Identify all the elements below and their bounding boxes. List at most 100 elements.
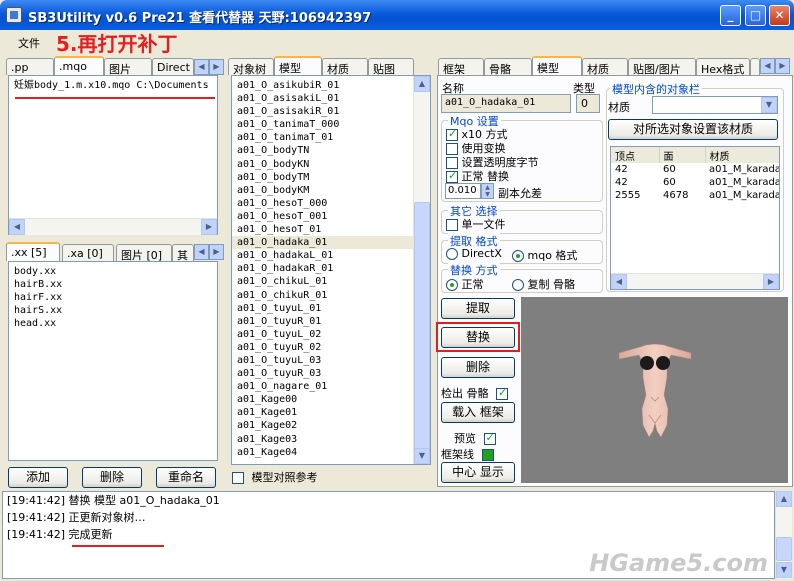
log-scrollbar[interactable]: ▲ ▼ [775, 491, 792, 579]
scroll-thumb[interactable] [414, 202, 430, 452]
mesh-list-item[interactable]: a01_O_hesoT_000 [232, 197, 430, 210]
column-faces[interactable]: 面 [659, 147, 706, 163]
option-mqo-format[interactable]: mqo 格式 [512, 247, 577, 263]
model-preview-viewport[interactable] [521, 297, 788, 483]
mesh-list[interactable]: a01_O_asikubiR_01 a01_O_asisakiL_01 a01_O_… [231, 75, 431, 465]
tab-other[interactable]: 其 [172, 244, 194, 261]
horizontal-scrollbar[interactable]: ◀ ▶ [9, 218, 217, 235]
scroll-right-icon[interactable]: ▶ [763, 274, 779, 289]
tab-model[interactable]: 模型 [532, 56, 582, 75]
mqo-format-radio[interactable] [512, 250, 524, 262]
tolerance-spinner-icon[interactable]: ▲ ▼ [481, 183, 494, 199]
table-row[interactable]: 42 60 a01_M_karada [611, 163, 779, 176]
scroll-thumb[interactable] [776, 537, 792, 561]
preview-checkbox[interactable] [483, 431, 496, 445]
replace-normal-radio[interactable] [446, 279, 458, 291]
tab-xa[interactable]: .xa [0] [62, 244, 114, 261]
mesh-list-item[interactable]: a01_O_tuyuR_01 [232, 315, 430, 328]
tab-hex[interactable]: Hex格式 [696, 58, 750, 75]
mesh-list-item[interactable]: a01_Kage00 [232, 393, 430, 406]
tolerance-input[interactable]: 0.010 [445, 183, 481, 199]
tab-scroll-left-icon[interactable]: ◀ [194, 59, 209, 75]
list-item[interactable]: 妊娠body_1.m.x10.mqo C:\Documents [9, 79, 217, 92]
scroll-down-icon[interactable]: ▼ [414, 448, 430, 464]
mesh-object-table[interactable]: 顶点 面 材质 42 60 a01_M_karada 42 60 a01_M_karad… [610, 146, 780, 290]
mesh-list-item[interactable]: a01_O_chikuL_01 [232, 275, 430, 288]
tab-mqo[interactable]: .mqo [54, 56, 104, 75]
delete-file-button[interactable]: 删除 [82, 467, 142, 488]
detect-bones-option[interactable]: 检出 骨骼 [441, 385, 508, 401]
copy-bones-radio[interactable] [512, 279, 524, 291]
mqo-file-list[interactable]: 妊娠body_1.m.x10.mqo C:\Documents ◀ ▶ [8, 75, 218, 235]
mesh-list-item[interactable]: a01_Kage01 [232, 406, 430, 419]
mesh-list-item[interactable]: a01_O_bodyKN [232, 158, 430, 171]
scroll-up-icon[interactable]: ▲ [776, 491, 792, 507]
preview-option[interactable]: 预览 [454, 430, 496, 446]
tab-material[interactable]: 材质 [322, 58, 368, 75]
mesh-list-item[interactable]: a01_O_bodyKM [232, 184, 430, 197]
mesh-list-item[interactable]: a01_O_bodyTM [232, 171, 430, 184]
mesh-list-item[interactable]: a01_O_tanimaT_000 [232, 118, 430, 131]
mesh-list-item[interactable]: a01_O_chikuR_01 [232, 289, 430, 302]
list-item[interactable]: head.xx [9, 317, 217, 330]
normal-replace-checkbox[interactable] [446, 169, 458, 183]
mesh-list-item[interactable]: a01_Kage04 [232, 446, 430, 459]
mesh-list-item[interactable]: a01_O_hesoT_001 [232, 210, 430, 223]
option-normal-replace[interactable]: 正常 替换 [446, 168, 509, 184]
tab-textures-images[interactable]: 贴图/图片 [628, 58, 696, 75]
minimize-button[interactable]: _ [720, 5, 741, 26]
scroll-right-icon[interactable]: ▶ [201, 219, 217, 235]
tab-scroll-left-icon[interactable]: ◀ [760, 58, 775, 74]
directx-radio[interactable] [446, 248, 458, 260]
xx-file-list[interactable]: body.xx hairB.xx hairF.xx hairS.xx head.… [8, 261, 218, 461]
tab-scroll-right-icon[interactable]: ▶ [209, 59, 224, 75]
close-button[interactable]: ✕ [769, 5, 790, 26]
delete-mesh-button[interactable]: 删除 [441, 357, 515, 378]
column-vertices[interactable]: 顶点 [611, 147, 660, 163]
mesh-list-item[interactable]: a01_O_tuyuR_03 [232, 367, 430, 380]
wireframe-option[interactable]: 框架线 [441, 446, 494, 462]
detect-bones-checkbox[interactable] [496, 386, 508, 400]
table-row[interactable]: 42 60 a01_M_karada [611, 176, 779, 189]
list-item[interactable]: body.xx [9, 265, 217, 278]
mesh-list-item[interactable]: a01_O_hesoT_01 [232, 223, 430, 236]
material-select[interactable]: ▼ [652, 96, 778, 114]
mesh-list-item[interactable]: a01_O_bodyTN [232, 144, 430, 157]
name-field[interactable]: a01_O_hadaka_01 [441, 94, 571, 113]
mesh-list-item[interactable]: a01_O_asikubiR_01 [232, 79, 430, 92]
list-item[interactable]: hairF.xx [9, 291, 217, 304]
menu-file[interactable]: 文件 [18, 35, 40, 51]
scroll-up-icon[interactable]: ▲ [414, 76, 430, 92]
horizontal-scrollbar[interactable]: ◀ ▶ [611, 273, 779, 289]
table-row[interactable]: 2555 4678 a01_M_karada [611, 189, 779, 202]
tab-scroll-right-icon[interactable]: ▶ [209, 244, 224, 260]
chevron-down-icon[interactable]: ▼ [761, 97, 777, 113]
tab-frame[interactable]: 框架 [438, 58, 484, 75]
maximize-button[interactable]: □ [745, 5, 766, 26]
mesh-list-item[interactable]: a01_O_tanimaT_01 [232, 131, 430, 144]
column-material[interactable]: 材质 [705, 147, 779, 163]
mesh-list-item[interactable]: a01_O_asisakiR_01 [232, 105, 430, 118]
load-frame-button[interactable]: 载入 框架 [441, 402, 515, 423]
tab-right-material[interactable]: 材质 [582, 58, 628, 75]
mesh-list-item[interactable]: a01_Kage03 [232, 433, 430, 446]
scroll-down-icon[interactable]: ▼ [776, 562, 792, 578]
list-item[interactable]: hairS.xx [9, 304, 217, 317]
mesh-list-item[interactable]: a01_O_tuyuL_02 [232, 328, 430, 341]
wireframe-checkbox[interactable] [481, 449, 494, 461]
compare-checkbox[interactable] [232, 472, 244, 484]
tab-direct[interactable]: Direct [152, 58, 194, 75]
mesh-list-item[interactable]: a01_O_tuyuL_03 [232, 354, 430, 367]
mesh-list-item[interactable]: a01_O_hadaka_01 [232, 236, 430, 250]
tab-object-tree[interactable]: 对象树 [228, 58, 274, 75]
compare-option[interactable]: 模型对照参考 [232, 469, 318, 485]
add-button[interactable]: 添加 [8, 467, 68, 488]
tab-pp[interactable]: .pp [6, 58, 54, 75]
mesh-list-item[interactable]: a01_O_tuyuL_01 [232, 302, 430, 315]
option-copy-bones[interactable]: 复制 骨骼 [512, 276, 575, 292]
tab-texture[interactable]: 贴图 [368, 58, 414, 75]
center-view-button[interactable]: 中心 显示 [441, 462, 515, 483]
extract-button[interactable]: 提取 [441, 298, 515, 319]
tab-scroll-left-icon[interactable]: ◀ [194, 244, 209, 260]
tab-images[interactable]: 图片 [104, 58, 152, 75]
